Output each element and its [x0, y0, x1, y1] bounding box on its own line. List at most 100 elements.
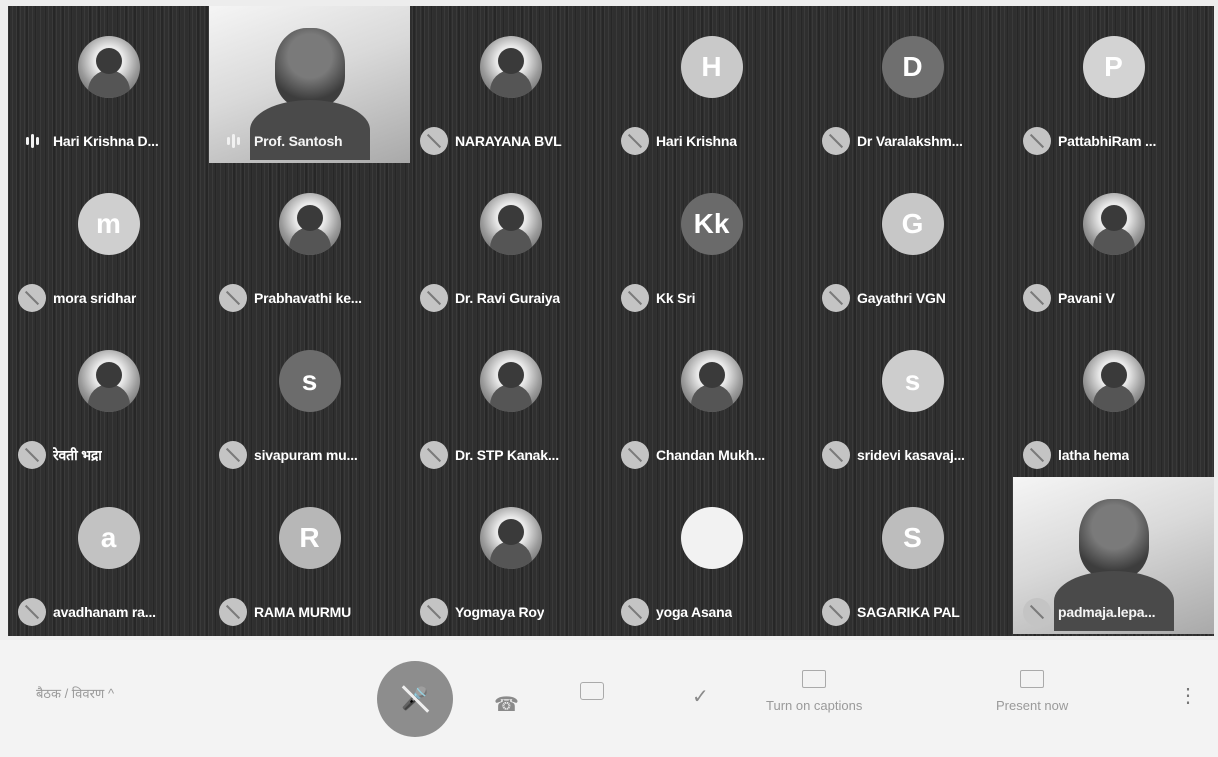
microphone-muted-icon — [219, 284, 247, 312]
microphone-muted-icon — [219, 598, 247, 626]
participant-name: PattabhiRam ... — [1058, 133, 1157, 149]
present-label: Present now — [996, 698, 1069, 713]
participant-name: sridevi kasavaj... — [857, 447, 965, 463]
participant-name: avadhanam ra... — [53, 604, 156, 620]
participant-label: Hari Krishna — [621, 127, 737, 155]
participant-tile[interactable]: yoga Asana — [611, 477, 812, 634]
participant-tile[interactable]: P PattabhiRam ... — [1013, 6, 1214, 163]
participant-tile[interactable]: m mora sridhar — [8, 163, 209, 320]
participant-avatar — [479, 36, 542, 98]
participant-label: yoga Asana — [621, 598, 732, 626]
participant-label: Hari Krishna D... — [18, 127, 159, 155]
participant-label: latha hema — [1023, 441, 1129, 469]
participant-name: sivapuram mu... — [254, 447, 358, 463]
end-call-icon[interactable]: ☎ — [494, 692, 519, 717]
participant-tile[interactable]: G Gayathri VGN — [812, 163, 1013, 320]
participant-name: padmaja.lepa... — [1058, 604, 1156, 620]
participant-tile[interactable]: Kk Kk Sri — [611, 163, 812, 320]
participant-tile[interactable]: Hari Krishna D... — [8, 6, 209, 163]
camera-toggle-button[interactable] — [580, 682, 604, 700]
microphone-muted-icon — [1023, 598, 1051, 626]
participant-tile[interactable]: a avadhanam ra... — [8, 477, 209, 634]
participant-name: Prabhavathi ke... — [254, 290, 362, 306]
speaking-indicator-icon — [219, 127, 247, 155]
microphone-muted-icon — [621, 127, 649, 155]
microphone-muted-icon — [18, 441, 46, 469]
participant-name: Chandan Mukh... — [656, 447, 766, 463]
participant-tile[interactable]: R RAMA MURMU — [209, 477, 410, 634]
participant-avatar: P — [1082, 36, 1145, 98]
participant-avatar — [479, 193, 542, 255]
participant-label: Dr. Ravi Guraiya — [420, 284, 560, 312]
participant-avatar — [77, 350, 140, 412]
participant-tile[interactable]: NARAYANA BVL — [410, 6, 611, 163]
participant-avatar — [680, 507, 743, 569]
participant-avatar — [278, 193, 341, 255]
microphone-muted-icon — [420, 284, 448, 312]
participant-avatar: Kk — [680, 193, 743, 255]
participant-label: sivapuram mu... — [219, 441, 358, 469]
participant-name: Pavani V — [1058, 290, 1115, 306]
participant-tile[interactable]: रेवती भद्रा — [8, 320, 209, 477]
microphone-toggle-button[interactable]: 🎤 — [377, 661, 453, 737]
check-icon[interactable]: ✓ — [692, 684, 709, 709]
participant-label: NARAYANA BVL — [420, 127, 562, 155]
participant-name: yoga Asana — [656, 604, 733, 620]
meeting-details-label[interactable]: बैठक / विवरण ^ — [36, 684, 114, 702]
participant-name: Dr Varalakshm... — [857, 133, 963, 149]
participant-avatar — [479, 507, 542, 569]
microphone-muted-icon — [420, 441, 448, 469]
participant-avatar: R — [278, 507, 341, 569]
participant-tile[interactable]: padmaja.lepa... — [1013, 477, 1214, 634]
participant-tile[interactable]: Chandan Mukh... — [611, 320, 812, 477]
microphone-muted-icon — [18, 284, 46, 312]
microphone-muted-icon — [822, 127, 850, 155]
more-options-icon[interactable]: ⋮ — [1178, 686, 1198, 706]
captions-button[interactable]: Turn on captions — [766, 670, 862, 713]
participant-name: Prof. Santosh — [254, 133, 343, 149]
participant-tile[interactable]: Dr. STP Kanak... — [410, 320, 611, 477]
participant-avatar — [479, 350, 542, 412]
microphone-muted-icon — [1023, 127, 1051, 155]
microphone-muted-icon — [621, 441, 649, 469]
bottom-control-bar: बैठक / विवरण ^ 🎤 ☎ ✓ Turn on captions Pr… — [0, 640, 1218, 757]
participant-tile[interactable]: H Hari Krishna — [611, 6, 812, 163]
participant-label: Dr. STP Kanak... — [420, 441, 559, 469]
participant-name: latha hema — [1058, 447, 1130, 463]
participant-avatar: D — [881, 36, 944, 98]
participant-label: Prabhavathi ke... — [219, 284, 362, 312]
participant-label: Chandan Mukh... — [621, 441, 765, 469]
participant-tile[interactable]: latha hema — [1013, 320, 1214, 477]
participant-tile[interactable]: s sridevi kasavaj... — [812, 320, 1013, 477]
participant-tile[interactable]: Prof. Santosh — [209, 6, 410, 163]
microphone-muted-icon — [621, 284, 649, 312]
microphone-muted-icon — [822, 441, 850, 469]
participant-avatar: s — [881, 350, 944, 412]
participant-label: Prof. Santosh — [219, 127, 342, 155]
participant-tile[interactable]: Pavani V — [1013, 163, 1214, 320]
participant-avatar — [1082, 193, 1145, 255]
present-now-button[interactable]: Present now — [996, 670, 1068, 713]
participant-tile[interactable]: D Dr Varalakshm... — [812, 6, 1013, 163]
participant-tile[interactable]: Dr. Ravi Guraiya — [410, 163, 611, 320]
participant-label: Pavani V — [1023, 284, 1115, 312]
participant-label: padmaja.lepa... — [1023, 598, 1155, 626]
participant-tile[interactable]: Yogmaya Roy — [410, 477, 611, 634]
participant-grid: Hari Krishna D... Prof. Santosh NARAYANA B… — [8, 6, 1214, 636]
microphone-muted-icon — [219, 441, 247, 469]
participant-label: RAMA MURMU — [219, 598, 351, 626]
participant-label: Yogmaya Roy — [420, 598, 544, 626]
participant-name: Kk Sri — [656, 290, 696, 306]
participant-video — [1053, 499, 1174, 631]
meeting-window: Hari Krishna D... Prof. Santosh NARAYANA B… — [0, 0, 1218, 757]
participant-tile[interactable]: S SAGARIKA PAL — [812, 477, 1013, 634]
participant-tile[interactable]: Prabhavathi ke... — [209, 163, 410, 320]
participant-avatar — [680, 350, 743, 412]
participant-name: Hari Krishna D... — [53, 133, 159, 149]
participant-tile[interactable]: s sivapuram mu... — [209, 320, 410, 477]
microphone-muted-icon — [18, 598, 46, 626]
participant-name: Hari Krishna — [656, 133, 737, 149]
speaking-indicator-icon — [18, 127, 46, 155]
present-icon — [1020, 670, 1045, 688]
microphone-off-icon: 🎤 — [401, 686, 429, 711]
